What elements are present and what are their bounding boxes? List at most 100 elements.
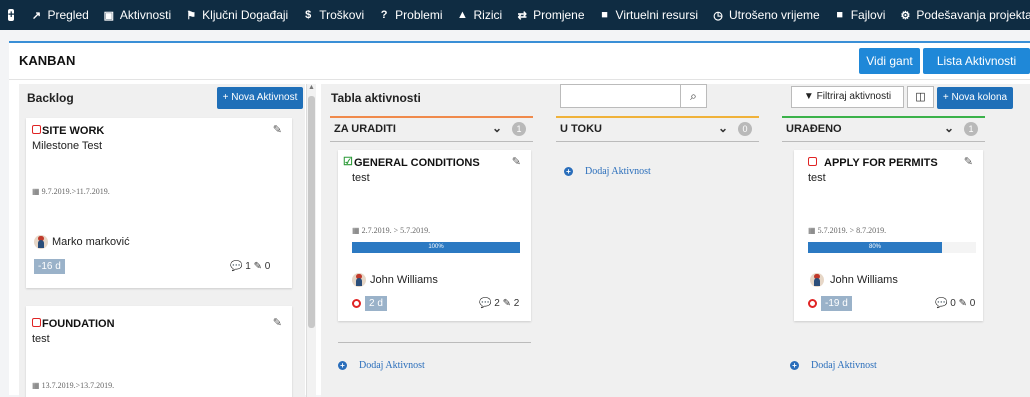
nav-item-virtuelni-resursi[interactable]: ■ Virtuelni resursi xyxy=(599,8,698,22)
nav-item-troskovi[interactable]: $ Troškovi xyxy=(302,8,364,22)
card-title: APPLY FOR PERMITS xyxy=(824,157,938,169)
kanban-column-u-toku: U TOKU ⌄ 0 + Dodaj Aktivnost xyxy=(556,116,759,397)
top-navbar: + ↗ Pregled ▣ Aktivnosti ⚑ Ključni Događaji… xyxy=(0,0,1030,30)
checked-box-icon[interactable]: ☑ xyxy=(343,155,353,168)
nav-item-rizici[interactable]: ▲ Rizici xyxy=(457,8,502,22)
edit-icon[interactable]: ✎ xyxy=(512,155,521,168)
checkbox-icon[interactable] xyxy=(808,157,817,166)
comment-attachment-counts: 💬 0 ✎ 0 xyxy=(935,298,976,309)
briefcase-icon: ■ xyxy=(601,9,608,21)
nav-item-podesavanja[interactable]: ⚙ Podešavanja projekta xyxy=(899,8,1030,22)
progress-fill: 100% xyxy=(352,242,520,253)
days-badge: -16 d xyxy=(34,259,65,274)
days-badge: 2 d xyxy=(365,296,387,311)
kanban-column-uradjeno: URAĐENO ⌄ 1 APPLY FOR PERMITS ✎ test ▦ 5.… xyxy=(782,116,985,397)
column-name: ZA URADITI xyxy=(334,123,396,135)
priority-alert-icon xyxy=(808,299,817,308)
backlog-column: Backlog + Nova Aktivnost SITE WORK ✎ Mil… xyxy=(19,84,305,397)
card-subtitle: test xyxy=(808,172,826,184)
search-input[interactable] xyxy=(560,84,681,108)
add-activity-link[interactable]: + Dodaj Aktivnost xyxy=(564,166,651,177)
search-icon[interactable]: ⌕ xyxy=(681,84,707,108)
progress-fill: 80% xyxy=(808,242,942,253)
card-subtitle: Milestone Test xyxy=(32,140,103,152)
chevron-down-icon[interactable]: ⌄ xyxy=(944,121,954,135)
nav-item-fajlovi[interactable]: ■ Fajlovi xyxy=(834,8,885,22)
nav-item-promjene[interactable]: ⇄ Promjene xyxy=(516,8,585,22)
plus-circle-icon: + xyxy=(338,361,347,370)
task-card[interactable]: ☑ GENERAL CONDITIONS ✎ test ▦ 2.7.2019. >… xyxy=(338,150,531,321)
card-dates: ▦ 5.7.2019. > 8.7.2019. xyxy=(808,226,887,235)
new-column-button[interactable]: + Nova kolona xyxy=(937,87,1013,109)
add-activity-link[interactable]: + Dodaj Aktivnost xyxy=(338,360,425,371)
calendar-icon: ▦ xyxy=(808,226,816,235)
assignee-name: Marko marković xyxy=(52,236,130,248)
avatar xyxy=(810,273,824,287)
nav-item-pregled[interactable]: ↗ Pregled xyxy=(30,8,89,22)
activity-board: Tabla aktivnosti ⌕ ▼ Filtriraj aktivnost… xyxy=(321,84,1030,397)
comment-attachment-counts: 💬 2 ✎ 2 xyxy=(479,298,520,309)
card-dates: ▦ 9.7.2019.>11.7.2019. xyxy=(32,187,110,196)
chart-line-icon: ↗ xyxy=(31,9,42,22)
plus-circle-icon: + xyxy=(564,167,573,176)
card-title: FOUNDATION xyxy=(42,318,115,330)
column-name: URAĐENO xyxy=(786,123,842,135)
calendar-icon: ▦ xyxy=(352,226,360,235)
columns-toggle-icon[interactable]: ◫ xyxy=(907,86,934,108)
chevron-down-icon[interactable]: ⌄ xyxy=(492,121,502,135)
backlog-title: Backlog xyxy=(27,91,74,105)
activity-list-button[interactable]: Lista Aktivnosti xyxy=(923,48,1030,74)
divider xyxy=(9,79,1030,80)
board-title: Tabla aktivnosti xyxy=(331,91,421,105)
nav-item-aktivnosti[interactable]: ▣ Aktivnosti xyxy=(103,8,172,22)
card-dates: ▦ 2.7.2019. > 5.7.2019. xyxy=(352,226,431,235)
plus-icon[interactable]: + xyxy=(8,9,15,21)
column-count-badge: 1 xyxy=(512,122,526,136)
clock-icon: ◷ xyxy=(713,9,723,22)
cogs-icon: ⚙ xyxy=(900,9,911,22)
calendar-icon: ▦ xyxy=(32,187,40,196)
calendar-icon: ▦ xyxy=(32,381,40,390)
column-header: URAĐENO ⌄ 1 xyxy=(782,116,985,142)
nav-item-kljucni-dogadjaji[interactable]: ⚑ Ključni Događaji xyxy=(185,8,288,22)
card-title: GENERAL CONDITIONS xyxy=(354,157,480,169)
assignee-name: John Williams xyxy=(370,274,438,286)
view-gantt-button[interactable]: Vidi gant xyxy=(859,48,920,74)
column-name: U TOKU xyxy=(560,123,602,135)
comment-icon: 💬 xyxy=(479,298,492,309)
warning-icon: ▲ xyxy=(457,9,468,21)
add-activity-link[interactable]: + Dodaj Aktivnost xyxy=(790,360,877,371)
plus-circle-icon: + xyxy=(790,361,799,370)
flag-icon: ⚑ xyxy=(186,9,197,22)
comment-attachment-counts: 💬 1 ✎ 0 xyxy=(230,261,271,272)
scroll-up-icon[interactable]: ▲ xyxy=(307,84,316,94)
backlog-card[interactable]: FOUNDATION ✎ test ▦ 13.7.2019.>13.7.2019. xyxy=(26,306,292,397)
comment-icon: 💬 xyxy=(935,298,948,309)
tasks-icon: ▣ xyxy=(103,9,115,22)
card-dates: ▦ 13.7.2019.>13.7.2019. xyxy=(32,381,115,390)
nav-item-utroseno-vrijeme[interactable]: ◷ Utrošeno vrijeme xyxy=(712,8,820,22)
filter-activities-button[interactable]: ▼ Filtriraj aktivnosti xyxy=(791,86,904,108)
exchange-icon: ⇄ xyxy=(517,9,527,22)
chevron-down-icon[interactable]: ⌄ xyxy=(718,121,728,135)
task-card[interactable]: APPLY FOR PERMITS ✎ test ▦ 5.7.2019. > 8.… xyxy=(794,150,983,321)
nav-item-problemi[interactable]: ? Problemi xyxy=(378,8,443,22)
filter-icon: ▼ xyxy=(803,91,814,102)
backlog-card[interactable]: SITE WORK ✎ Milestone Test ▦ 9.7.2019.>11… xyxy=(26,118,292,288)
column-header: U TOKU ⌄ 0 xyxy=(556,116,759,142)
avatar xyxy=(352,273,366,287)
checkbox-icon[interactable] xyxy=(32,125,41,134)
kanban-panel: KANBAN Vidi gant Lista Aktivnosti Backlo… xyxy=(9,41,1030,397)
new-activity-button[interactable]: + Nova Aktivnost xyxy=(217,87,303,109)
days-badge: -19 d xyxy=(821,296,852,311)
kanban-column-za-uraditi: ZA URADITI ⌄ 1 ☑ GENERAL CONDITIONS ✎ te… xyxy=(330,116,533,397)
edit-icon[interactable]: ✎ xyxy=(964,155,973,168)
scroll-thumb[interactable] xyxy=(308,96,315,328)
column-header: ZA URADITI ⌄ 1 xyxy=(330,116,533,142)
progress-bar: 100% xyxy=(352,242,520,253)
edit-icon[interactable]: ✎ xyxy=(273,316,282,329)
backlog-scrollbar[interactable]: ▲ xyxy=(306,84,316,397)
assignee-name: John Williams xyxy=(830,274,898,286)
edit-icon[interactable]: ✎ xyxy=(273,123,282,136)
checkbox-icon[interactable] xyxy=(32,318,41,327)
